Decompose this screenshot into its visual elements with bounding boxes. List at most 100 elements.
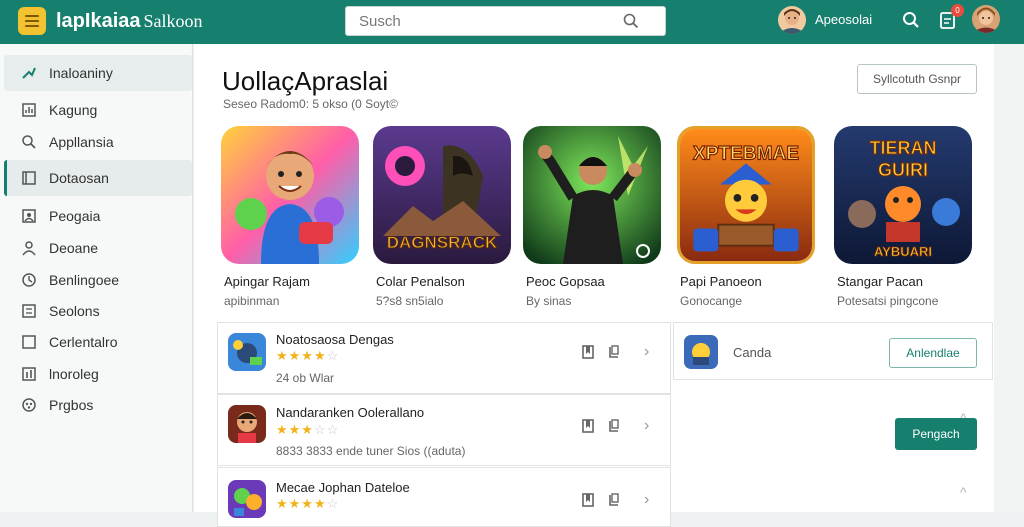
sidebar-item-label: lnoroleg <box>49 366 99 382</box>
star-rating: ★★★★☆ <box>276 348 340 363</box>
app-artwork <box>523 126 661 264</box>
svg-text:XPTEBMAE: XPTEBMAE <box>693 144 800 165</box>
menu-icon[interactable] <box>18 7 46 35</box>
sidebar-item-label: Benlingoee <box>49 272 120 288</box>
app-name: Papi Panoeon <box>680 274 762 289</box>
app-meta: 24 ob Wlar <box>276 371 335 385</box>
bookmark-icon[interactable] <box>582 345 594 359</box>
svg-text:DAGNSRACK: DAGNSRACK <box>387 233 498 252</box>
svg-text:TIERAN: TIERAN <box>870 138 937 158</box>
sidebar-item-cerlentalro[interactable]: Cerlentalro <box>4 324 192 360</box>
star-rating: ★★★☆☆ <box>276 422 340 437</box>
app-title: Mecae Jophan Dateloe <box>276 480 410 495</box>
trend-arrow-icon <box>22 67 36 79</box>
page-subtitle: Seseo Radom0: 5 okso (0 Soyt© <box>223 97 398 111</box>
sidebar-item-prgbos[interactable]: Prgbos <box>4 387 192 423</box>
user-name[interactable]: Apeosolai <box>815 12 872 27</box>
sidebar-item-kagung[interactable]: Kagung <box>4 92 192 128</box>
scrollbar[interactable] <box>994 44 1024 512</box>
app-thumbnail <box>684 335 718 369</box>
featured-app-card[interactable]: XPTEBMAE Papi Panoeon Gonocange <box>677 126 817 308</box>
list-item[interactable]: Nandaranken Oolerallano ★★★☆☆ 8833 3833 … <box>217 394 671 466</box>
person-icon <box>22 241 36 256</box>
side-card-label: Canda <box>733 345 772 360</box>
chevron-right-icon[interactable]: › <box>644 417 649 435</box>
bookmark-icon[interactable] <box>582 493 594 507</box>
search-icon[interactable] <box>623 13 639 29</box>
app-meta: 8833 3833 ende tuner Sios ((aduta) <box>276 444 466 458</box>
sidebar-item-label: Prgbos <box>49 397 94 413</box>
sidebar-item-deoane[interactable]: Deoane <box>4 230 192 266</box>
app-thumbnail <box>228 333 266 371</box>
app-title-light: Salkoon <box>143 11 203 31</box>
sidebar-item-label: Cerlentalro <box>49 334 118 350</box>
notification-badge: 0 <box>951 4 964 17</box>
app-title: Nandaranken Oolerallano <box>276 405 425 420</box>
search-icon[interactable] <box>902 11 920 29</box>
list-item[interactable]: Noatosaosa Dengas ★★★★☆ 24 ob Wlar › <box>217 322 671 394</box>
app-title: lapIkaiaa Salkoon <box>56 10 203 33</box>
sidebar-item-label: Kagung <box>49 102 98 118</box>
sidebar-item-label: Inaloaniny <box>49 65 113 81</box>
featured-app-card[interactable]: Apingar Rajam apibinman <box>221 126 361 308</box>
sidebar-item-label: Seolons <box>49 303 100 319</box>
app-artwork <box>221 126 359 264</box>
people-icon <box>22 209 36 223</box>
app-name: Apingar Rajam <box>224 274 310 289</box>
sidebar-item-label: Deoane <box>49 240 99 256</box>
star-rating: ★★★★☆ <box>276 496 340 511</box>
app-artwork: DAGNSRACK <box>373 126 511 264</box>
app-thumbnail <box>228 480 266 518</box>
sidebar-item-dotaosan[interactable]: Dotaosan <box>4 160 192 196</box>
clock-icon <box>22 273 36 287</box>
main-content: UollaçApraslai Seseo Radom0: 5 okso (0 S… <box>194 44 994 527</box>
square-icon <box>22 335 36 349</box>
page-title: UollaçApraslai <box>222 66 389 96</box>
app-artwork: XPTEBMAE <box>677 126 815 264</box>
sidebar-item-peogaia[interactable]: Peogaia <box>4 198 192 234</box>
app-meta: By sinas <box>526 294 572 308</box>
app-title-bold: lapIkaiaa <box>56 10 141 32</box>
chevron-up-icon[interactable]: ^ <box>960 484 967 500</box>
app-meta: apibinman <box>224 294 280 308</box>
app-title: Noatosaosa Dengas <box>276 332 394 347</box>
profile-avatar[interactable] <box>972 5 1000 33</box>
app-name: Stangar Pacan <box>837 274 924 289</box>
app-name: Peoc Gopsaa <box>526 274 605 289</box>
search-input[interactable] <box>346 7 626 35</box>
app-thumbnail <box>228 405 266 443</box>
search-icon <box>22 135 36 149</box>
sidebar-item-label: Appllansia <box>49 134 114 150</box>
copy-icon[interactable] <box>608 493 620 507</box>
header-action-button[interactable]: Syllcotuth Gsnpr <box>857 64 977 94</box>
chevron-right-icon[interactable]: › <box>644 491 649 509</box>
app-meta: 5?s8 sn5ialo <box>376 294 444 308</box>
chevron-right-icon[interactable]: › <box>644 343 649 361</box>
user-avatar[interactable] <box>778 6 806 34</box>
side-card-button[interactable]: Anlendlae <box>889 338 977 368</box>
app-artwork: TIERAN GUIRI AYBUARI <box>834 126 972 264</box>
app-meta: Potesatsi pingcone <box>837 294 939 308</box>
side-card[interactable]: Canda Anlendlae <box>673 322 993 380</box>
list-item[interactable]: Mecae Jophan Dateloe ★★★★☆ › <box>217 467 671 527</box>
puzzle-icon <box>22 398 36 412</box>
app-name: Colar Penalson <box>376 274 465 289</box>
featured-app-card[interactable]: DAGNSRACK Colar Penalson 5?s8 sn5ialo <box>373 126 513 308</box>
featured-app-card[interactable]: TIERAN GUIRI AYBUARI Stangar Pacan Potesat… <box>834 126 974 308</box>
list-icon <box>22 304 36 318</box>
primary-action-button[interactable]: Pengach <box>895 418 977 450</box>
sidebar-item-label: Dotaosan <box>49 170 109 186</box>
bookmark-icon <box>22 171 36 185</box>
copy-icon[interactable] <box>608 345 620 359</box>
sidebar-item-inaloaniny[interactable]: Inaloaniny <box>4 55 192 91</box>
featured-app-card[interactable]: Peoc Gopsaa By sinas <box>523 126 663 308</box>
copy-icon[interactable] <box>608 419 620 433</box>
top-app-bar: lapIkaiaaSalkoon Apeosolai 0 <box>0 0 1024 44</box>
chart-icon <box>22 103 36 117</box>
search-box <box>345 6 666 36</box>
svg-text:GUIRI: GUIRI <box>878 160 928 180</box>
sidebar-item-appllansia[interactable]: Appllansia <box>4 124 192 160</box>
app-meta: Gonocange <box>680 294 743 308</box>
bookmark-icon[interactable] <box>582 419 594 433</box>
sidebar-item-label: Peogaia <box>49 208 101 224</box>
